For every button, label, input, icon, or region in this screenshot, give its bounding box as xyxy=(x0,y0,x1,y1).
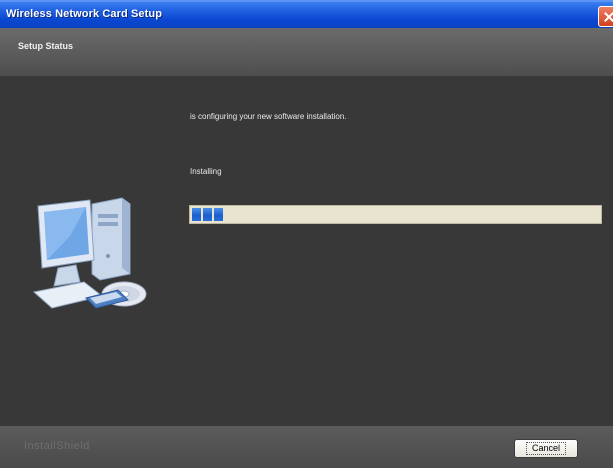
progress-segment xyxy=(192,208,201,221)
brand-label: InstallShield xyxy=(24,440,90,452)
cancel-button-label: Cancel xyxy=(525,442,566,455)
status-message: is configuring your new software install… xyxy=(190,112,347,121)
setup-window: Wireless Network Card Setup Setup Status… xyxy=(0,0,613,468)
cancel-button[interactable]: Cancel xyxy=(514,439,578,458)
content-panel: is configuring your new software install… xyxy=(0,76,613,426)
progress-fill xyxy=(192,208,223,221)
progress-segment xyxy=(214,208,223,221)
progress-segment xyxy=(203,208,212,221)
footer-bar: InstallShield Cancel xyxy=(0,426,613,468)
computer-icon xyxy=(32,197,147,309)
progress-bar xyxy=(189,205,602,224)
header-banner: Setup Status xyxy=(0,28,613,76)
page-title: Setup Status xyxy=(18,41,74,51)
title-bar[interactable]: Wireless Network Card Setup xyxy=(0,0,613,28)
close-icon[interactable] xyxy=(598,6,613,27)
window-title: Wireless Network Card Setup xyxy=(6,8,163,20)
progress-label: Installing xyxy=(190,167,222,176)
